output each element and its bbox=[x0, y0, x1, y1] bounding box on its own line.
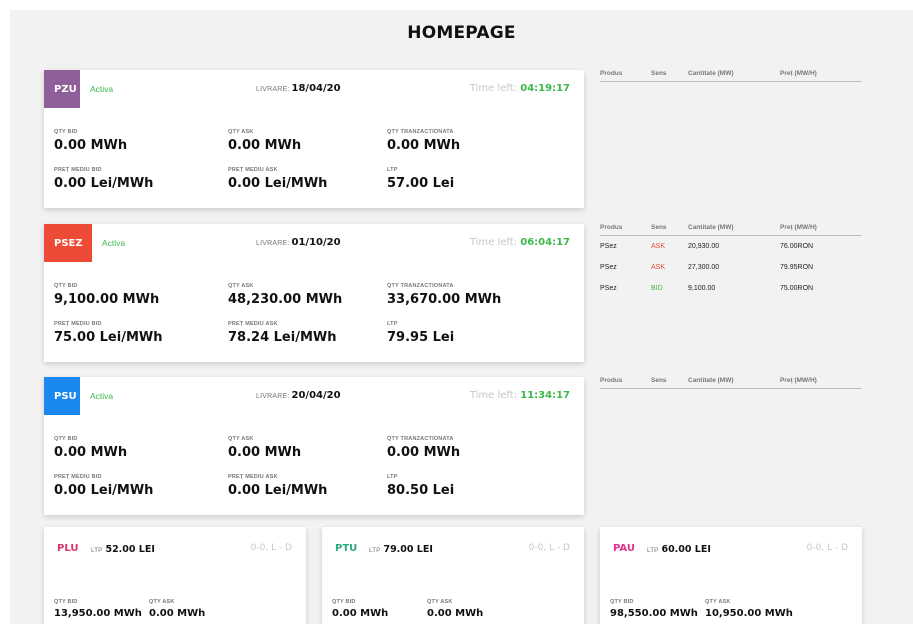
small-market-ltp: LTP 52.00 LEI bbox=[91, 544, 155, 555]
metric-avg-bid: PREȚ MEDIU BID 0.00 Lei/MWh bbox=[54, 474, 154, 498]
metric-qty-ask: QTY ASK 0.00 MWh bbox=[228, 436, 302, 460]
orders-table-pzu: Produs Sens Cantitate (MW) Preț (MW/H) bbox=[600, 68, 862, 82]
metric-qty-ask: QTY ASK 0.00 MWh bbox=[149, 599, 206, 619]
metric-ltp: LTP 79.95 Lei bbox=[387, 321, 455, 345]
metric-qty-ask: QTY ASK 0.00 MWh bbox=[427, 599, 484, 619]
time-left: Time left: 06:04:17 bbox=[469, 237, 570, 248]
market-card-pzu[interactable]: PZU Activa LIVRARE: 18/04/20 Time left: 0… bbox=[44, 70, 584, 208]
small-market-score: 0-0, L - D bbox=[250, 543, 292, 553]
delivery-date: LIVRARE: 01/10/20 bbox=[256, 237, 341, 248]
market-tag: PSU bbox=[44, 377, 80, 415]
metric-qty-bid: QTY BID 98,550.00 MWh bbox=[610, 599, 698, 619]
metric-avg-ask: PREȚ MEDIU ASK 0.00 Lei/MWh bbox=[228, 167, 328, 191]
metric-qty-traded: QTY TRANZACTIONATA 33,670.00 MWh bbox=[387, 283, 502, 307]
small-market-card-pau[interactable]: PAU LTP 60.00 LEI 0-0, L - D QTY BID 98,55… bbox=[600, 527, 862, 624]
market-tag: PZU bbox=[44, 70, 80, 108]
metric-avg-bid: PREȚ MEDIU BID 75.00 Lei/MWh bbox=[54, 321, 163, 345]
orders-table-psez: Produs Sens Cantitate (MW) Preț (MW/H) P… bbox=[600, 222, 862, 299]
small-market-score: 0-0, L - D bbox=[528, 543, 570, 553]
small-market-card-ptu[interactable]: PTU LTP 79.00 LEI 0-0, L - D QTY BID 0.00 … bbox=[322, 527, 584, 624]
small-market-ltp: LTP 60.00 LEI bbox=[647, 544, 711, 555]
small-market-name: PLU bbox=[57, 543, 79, 554]
delivery-date: LIVRARE: 18/04/20 bbox=[256, 83, 341, 94]
order-row[interactable]: PSez BID 9,100.00 75.00RON bbox=[600, 278, 862, 299]
metric-qty-bid: QTY BID 0.00 MWh bbox=[332, 599, 389, 619]
metric-avg-bid: PREȚ MEDIU BID 0.00 Lei/MWh bbox=[54, 167, 154, 191]
order-row[interactable]: PSez ASK 27,300.00 79.95RON bbox=[600, 257, 862, 278]
metric-qty-ask: QTY ASK 0.00 MWh bbox=[228, 129, 302, 153]
small-market-score: 0-0, L - D bbox=[806, 543, 848, 553]
small-market-name: PAU bbox=[613, 543, 635, 554]
orders-table-header: Produs Sens Cantitate (MW) Preț (MW/H) bbox=[600, 375, 862, 389]
market-tag: PSEZ bbox=[44, 224, 92, 262]
small-market-name: PTU bbox=[335, 543, 358, 554]
metric-qty-traded: QTY TRANZACTIONATA 0.00 MWh bbox=[387, 436, 461, 460]
time-left: Time left: 11:34:17 bbox=[469, 390, 570, 401]
metric-qty-bid: QTY BID 9,100.00 MWh bbox=[54, 283, 160, 307]
status-label: Activa bbox=[90, 84, 114, 94]
page-title: HOMEPAGE bbox=[407, 23, 516, 43]
market-card-psez[interactable]: PSEZ Activa LIVRARE: 01/10/20 Time left: … bbox=[44, 224, 584, 362]
homepage: HOMEPAGE PZU Activa LIVRARE: 18/04/20 Tim… bbox=[10, 10, 913, 624]
small-market-card-plu[interactable]: PLU LTP 52.00 LEI 0-0, L - D QTY BID 13,95… bbox=[44, 527, 306, 624]
metric-avg-ask: PREȚ MEDIU ASK 0.00 Lei/MWh bbox=[228, 474, 328, 498]
metric-avg-ask: PREȚ MEDIU ASK 78.24 Lei/MWh bbox=[228, 321, 337, 345]
metric-ltp: LTP 80.50 Lei bbox=[387, 474, 455, 498]
delivery-date: LIVRARE: 20/04/20 bbox=[256, 390, 341, 401]
market-card-psu[interactable]: PSU Activa LIVRARE: 20/04/20 Time left: 1… bbox=[44, 377, 584, 515]
orders-table-header: Produs Sens Cantitate (MW) Preț (MW/H) bbox=[600, 68, 862, 82]
orders-table-psu: Produs Sens Cantitate (MW) Preț (MW/H) bbox=[600, 375, 862, 389]
status-label: Activa bbox=[102, 238, 126, 248]
metric-qty-bid: QTY BID 0.00 MWh bbox=[54, 129, 128, 153]
metric-qty-bid: QTY BID 13,950.00 MWh bbox=[54, 599, 142, 619]
orders-table-header: Produs Sens Cantitate (MW) Preț (MW/H) bbox=[600, 222, 862, 236]
metric-ltp: LTP 57.00 Lei bbox=[387, 167, 455, 191]
metric-qty-ask: QTY ASK 48,230.00 MWh bbox=[228, 283, 343, 307]
status-label: Activa bbox=[90, 391, 114, 401]
order-row[interactable]: PSez ASK 20,930.00 76.00RON bbox=[600, 236, 862, 257]
metric-qty-bid: QTY BID 0.00 MWh bbox=[54, 436, 128, 460]
metric-qty-traded: QTY TRANZACTIONATA 0.00 MWh bbox=[387, 129, 461, 153]
metric-qty-ask: QTY ASK 10,950.00 MWh bbox=[705, 599, 793, 619]
time-left: Time left: 04:19:17 bbox=[469, 83, 570, 94]
small-market-ltp: LTP 79.00 LEI bbox=[369, 544, 433, 555]
